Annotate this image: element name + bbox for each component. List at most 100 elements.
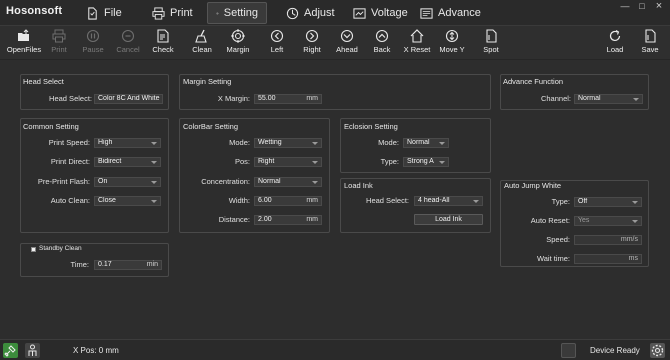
load-ink-button[interactable]: Load Ink [414, 214, 483, 225]
right-button[interactable]: Right [293, 28, 331, 58]
left-label: Left [270, 45, 284, 54]
auto-clean-dropdown[interactable]: Close [94, 196, 161, 206]
load-ink-title: Load Ink [344, 181, 373, 190]
advance-icon [420, 7, 433, 19]
eclosion-type-dropdown[interactable]: Strong A [403, 157, 449, 167]
tab-setting[interactable]: Setting [207, 2, 267, 24]
auto-reset-dropdown[interactable]: Yes [574, 216, 642, 226]
chevron-down-icon [439, 142, 445, 145]
tab-voltage-label: Voltage [371, 7, 408, 19]
spot-button[interactable]: Spot [472, 28, 510, 58]
eclosion-setting-title: Eclosion Setting [344, 122, 398, 131]
eclosion-type-value: Strong A [407, 158, 434, 165]
head-select-title: Head Select [23, 77, 64, 86]
maximize-button[interactable]: □ [635, 1, 649, 11]
print-direct-value: Bidirect [98, 158, 122, 165]
save-button[interactable]: Save [631, 28, 669, 58]
open-files-button[interactable]: OpenFiles [5, 28, 43, 58]
speed-input[interactable]: mm/s [574, 235, 642, 245]
ahead-button[interactable]: Ahead [328, 28, 366, 58]
move-y-button[interactable]: Move Y [433, 28, 471, 58]
print-label: Print [51, 45, 67, 54]
pre-print-flash-dropdown[interactable]: On [94, 177, 161, 187]
wait-time-label: Wait time: [536, 254, 570, 263]
arrow-right-icon [305, 29, 319, 43]
x-reset-label: X Reset [403, 45, 431, 54]
colorbar-setting-panel: ColorBar Setting Mode: Wetting Pos: Righ… [179, 118, 330, 233]
tab-adjust[interactable]: Adjust [278, 2, 343, 24]
width-unit: mm [306, 197, 318, 204]
menu-bar: Hosonsoft File Print Setting Adjust Volt… [0, 0, 670, 26]
back-button[interactable]: Back [363, 28, 401, 58]
colorbar-mode-dropdown[interactable]: Wetting [254, 138, 322, 148]
app-window: Hosonsoft File Print Setting Adjust Volt… [0, 0, 670, 360]
x-margin-value: 55.00 [258, 95, 276, 102]
tab-advance-label: Advance [438, 7, 481, 19]
open-files-icon [18, 29, 29, 41]
channel-dropdown[interactable]: Normal [574, 94, 643, 104]
tab-voltage[interactable]: Voltage [345, 2, 416, 24]
common-setting-title: Common Setting [23, 122, 79, 131]
pause-icon [86, 29, 100, 43]
colorbar-pos-label: Pos: [234, 157, 250, 166]
tab-print[interactable]: Print [144, 2, 201, 24]
distance-input[interactable]: 2.00 mm [254, 215, 322, 225]
eclosion-setting-panel: Eclosion Setting Mode: Normal Type: Stro… [340, 118, 491, 173]
device-icon [561, 343, 576, 358]
head-select-dropdown[interactable]: Color 8C And White [94, 94, 163, 104]
tab-advance[interactable]: Advance [412, 2, 489, 24]
arrow-up-icon [375, 29, 389, 43]
chevron-down-icon [312, 161, 318, 164]
concentration-dropdown[interactable]: Normal [254, 177, 322, 187]
cancel-icon [121, 29, 135, 43]
tab-file-label: File [104, 7, 122, 19]
voltage-icon [353, 7, 366, 19]
standby-time-unit: min [146, 261, 158, 268]
eclosion-mode-dropdown[interactable]: Normal [403, 138, 449, 148]
close-button[interactable]: × [652, 0, 666, 12]
check-button[interactable]: Check [144, 28, 182, 58]
print-speed-label: Print Speed: [48, 138, 90, 147]
advance-function-panel: Advance Function Channel: Normal [500, 74, 649, 110]
open-files-label: OpenFiles [6, 45, 42, 54]
load-ink-head-dropdown[interactable]: 4 head-All [414, 196, 483, 206]
colorbar-pos-value: Right [258, 158, 275, 165]
cancel-button[interactable]: Cancel [109, 28, 147, 58]
clean-button[interactable]: Clean [183, 28, 221, 58]
chevron-down-icon [151, 200, 157, 203]
left-button[interactable]: Left [258, 28, 296, 58]
gear-icon [216, 11, 219, 15]
print-button[interactable]: Print [40, 28, 78, 58]
colorbar-mode-label: Mode: [229, 138, 250, 147]
colorbar-pos-dropdown[interactable]: Right [254, 157, 322, 167]
user-icon[interactable] [25, 343, 40, 358]
margin-button[interactable]: Margin [219, 28, 257, 58]
arrow-left-icon [270, 29, 284, 43]
cancel-label: Cancel [116, 45, 140, 54]
pause-button[interactable]: Pause [74, 28, 112, 58]
print-speed-value: High [98, 139, 113, 146]
auto-jump-type-dropdown[interactable]: Off [574, 197, 642, 207]
arrow-down-icon [340, 29, 354, 43]
reload-icon [609, 30, 621, 42]
print-speed-dropdown[interactable]: High [94, 138, 161, 148]
standby-time-input[interactable]: 0.17 min [94, 260, 162, 270]
standby-clean-checkbox[interactable] [31, 247, 36, 252]
minimize-button[interactable]: — [618, 1, 632, 11]
load-button[interactable]: Load [596, 28, 634, 58]
home-icon [410, 29, 424, 43]
concentration-value: Normal [258, 178, 281, 185]
wait-time-input[interactable]: ms [574, 254, 642, 264]
tab-file[interactable]: File [78, 2, 130, 24]
auto-clean-value: Close [98, 197, 116, 204]
load-ink-head-value: 4 head-All [418, 197, 450, 204]
save-icon [645, 29, 656, 43]
print-direct-dropdown[interactable]: Bidirect [94, 157, 161, 167]
x-margin-input[interactable]: 55.00 mm [254, 94, 322, 104]
ahead-label: Ahead [336, 45, 358, 54]
connection-status-icon[interactable] [3, 343, 18, 358]
width-input[interactable]: 6.00 mm [254, 196, 322, 206]
x-position-readout: X Pos: 0 mm [73, 346, 119, 355]
settings-status-icon[interactable] [650, 343, 665, 358]
x-reset-button[interactable]: X Reset [398, 28, 436, 58]
